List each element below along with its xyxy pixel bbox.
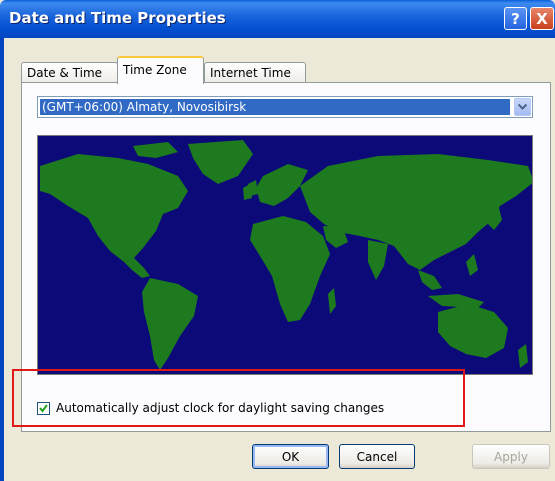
window-title: Date and Time Properties [9,9,226,27]
dst-checkbox[interactable] [37,401,50,415]
checkmark-icon [39,403,48,413]
apply-button[interactable]: Apply [472,444,550,469]
tab-internet-time[interactable]: Internet Time [204,62,306,84]
cancel-button[interactable]: Cancel [339,444,415,469]
close-button[interactable]: X [530,7,554,30]
ok-button[interactable]: OK [252,444,329,469]
timezone-dropdown[interactable]: (GMT+06:00) Almaty, Novosibirsk [37,96,533,118]
dst-label: Automatically adjust clock for daylight … [56,401,385,415]
world-map-image [38,136,532,374]
title-bar[interactable]: Date and Time Properties ? X [0,0,555,38]
dst-option[interactable]: Automatically adjust clock for daylight … [37,400,384,416]
tab-date-time[interactable]: Date & Time [21,62,118,84]
help-icon: ? [511,9,520,28]
dropdown-arrow-button[interactable] [514,98,531,116]
help-button[interactable]: ? [504,7,527,30]
chevron-down-icon [518,104,527,110]
world-map [37,135,533,375]
window-frame [0,38,4,481]
timezone-selected-value: (GMT+06:00) Almaty, Novosibirsk [40,99,510,115]
tab-time-zone[interactable]: Time Zone [117,56,204,84]
close-icon: X [536,9,548,28]
